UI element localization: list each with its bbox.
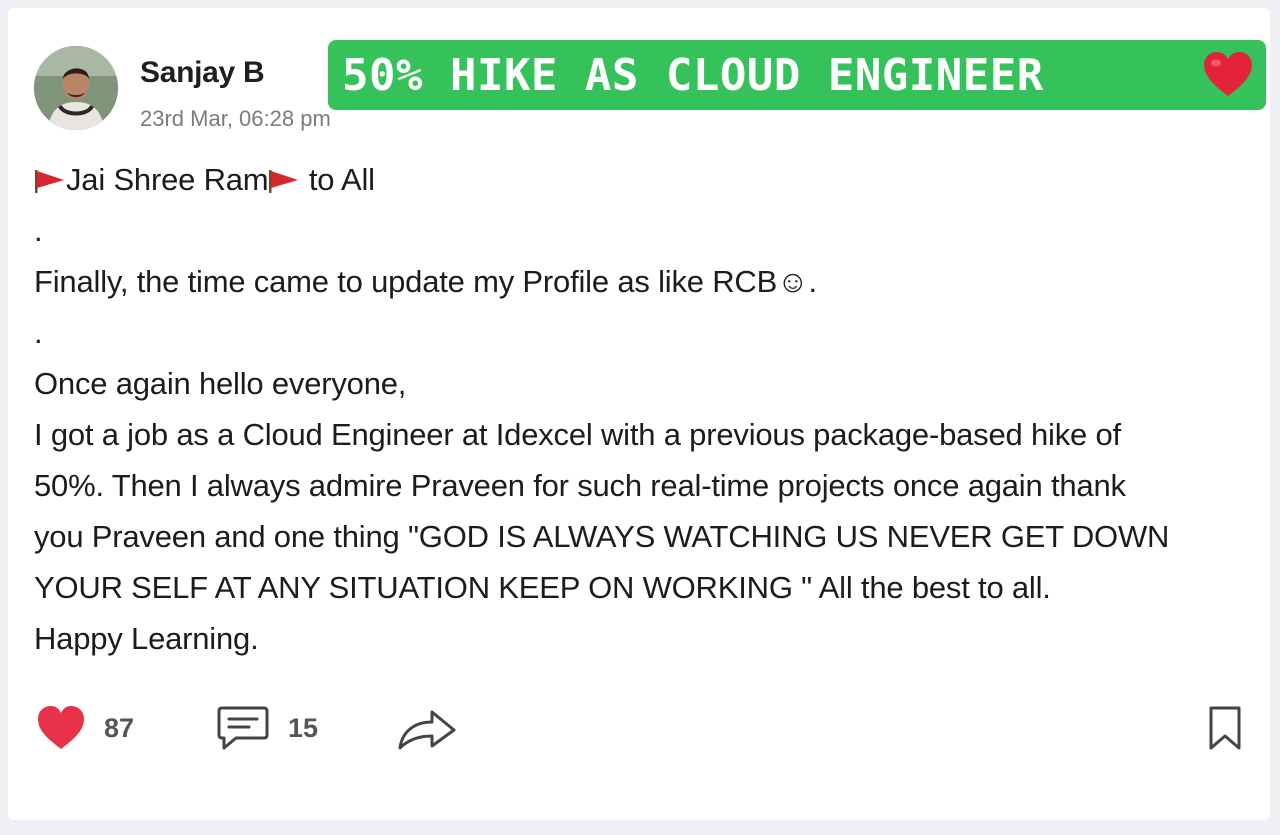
post-line: . bbox=[34, 315, 43, 350]
comment-button[interactable]: 15 bbox=[216, 700, 318, 756]
bookmark-button[interactable] bbox=[1206, 700, 1244, 756]
share-icon bbox=[398, 710, 456, 750]
post-body: Jai Shree Ram to All . Finally, the time… bbox=[34, 154, 1254, 664]
heart-icon bbox=[38, 706, 84, 749]
post-line: YOUR SELF AT ANY SITUATION KEEP ON WORKI… bbox=[34, 570, 1051, 605]
greeting-suffix: to All bbox=[300, 162, 375, 197]
post-line: I got a job as a Cloud Engineer at Idexc… bbox=[34, 417, 1121, 452]
post-line: Once again hello everyone, bbox=[34, 366, 407, 401]
comment-count: 15 bbox=[288, 712, 319, 743]
title-banner: 50% HIKE AS CLOUD ENGINEER bbox=[328, 40, 1266, 110]
like-button[interactable]: 87 bbox=[36, 700, 134, 756]
post-timestamp: 23rd Mar, 06:28 pm bbox=[140, 106, 331, 131]
post-line: you Praveen and one thing "GOD IS ALWAYS… bbox=[34, 519, 1170, 554]
avatar[interactable] bbox=[34, 46, 118, 130]
author-name[interactable]: Sanjay B bbox=[140, 56, 265, 90]
post-line: Jai Shree Ram to All bbox=[34, 154, 1254, 205]
post-line: 50%. Then I always admire Praveen for su… bbox=[34, 468, 1126, 503]
post-line: . bbox=[34, 213, 43, 248]
red-flag-icon bbox=[269, 170, 299, 193]
like-count: 87 bbox=[104, 712, 135, 743]
greeting-text: Jai Shree Ram bbox=[66, 162, 269, 197]
bookmark-icon bbox=[1209, 706, 1241, 750]
avatar-photo bbox=[34, 46, 118, 130]
comment-icon bbox=[217, 706, 269, 750]
heart-emoji-icon bbox=[1204, 52, 1252, 96]
banner-title: 50% HIKE AS CLOUD ENGINEER bbox=[342, 49, 1044, 101]
share-button[interactable] bbox=[396, 700, 458, 756]
red-flag-icon bbox=[35, 170, 64, 193]
post-line: Happy Learning. bbox=[34, 621, 259, 656]
post-actions: 87 15 bbox=[0, 700, 1280, 760]
post-line: Finally, the time came to update my Prof… bbox=[34, 264, 817, 299]
